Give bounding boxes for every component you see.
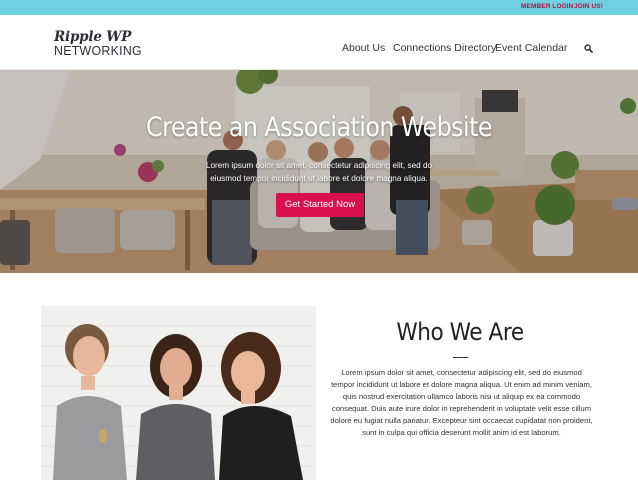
search-icon[interactable] bbox=[584, 44, 593, 53]
site-logo[interactable]: Ripple WP NETWORKING bbox=[54, 29, 149, 59]
team-photo-image bbox=[41, 306, 316, 480]
top-bar: MEMBER LOGIN JOIN US! bbox=[0, 0, 638, 15]
nav-connections-directory[interactable]: Connections Directory bbox=[393, 42, 496, 54]
hero-subtitle: Lorem ipsum dolor sit amet, consectetur … bbox=[205, 161, 433, 183]
member-login-link[interactable]: MEMBER LOGIN bbox=[521, 3, 573, 10]
hero-title: Create an Association Website bbox=[146, 112, 492, 143]
title-divider bbox=[453, 357, 468, 358]
hero-banner: Create an Association Website Lorem ipsu… bbox=[0, 70, 638, 273]
logo-line-2: NETWORKING bbox=[54, 43, 142, 58]
who-we-are-title: Who We Are bbox=[396, 318, 524, 346]
nav-about-us[interactable]: About Us bbox=[342, 42, 385, 54]
join-us-link[interactable]: JOIN US! bbox=[574, 3, 603, 10]
team-photo bbox=[41, 306, 316, 480]
who-we-are-text: Lorem ipsum dolor sit amet, consectetur … bbox=[330, 368, 593, 437]
get-started-button[interactable]: Get Started Now bbox=[276, 193, 364, 217]
site-header: Ripple WP NETWORKING About Us Connection… bbox=[0, 15, 638, 70]
nav-event-calendar[interactable]: Event Calendar bbox=[495, 42, 567, 54]
